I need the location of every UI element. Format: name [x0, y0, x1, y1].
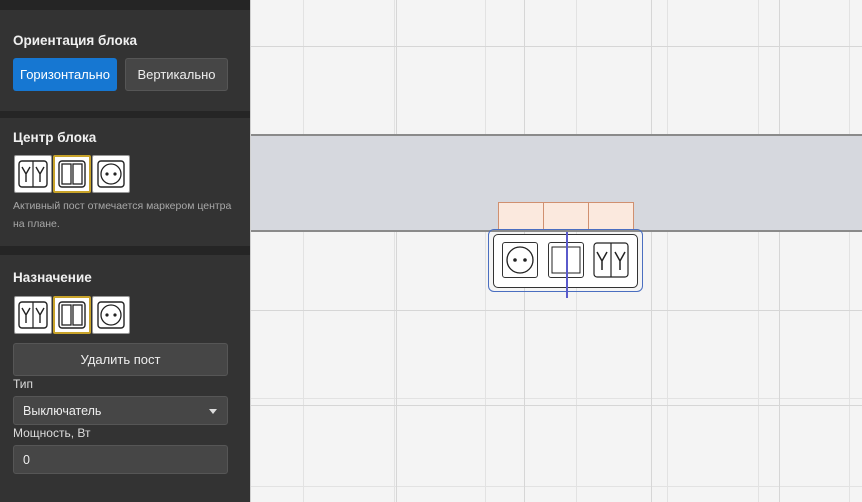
plan-canvas[interactable]: [250, 0, 862, 502]
delete-post-button[interactable]: Удалить пост: [13, 343, 228, 376]
center-hint: Активный пост отмечается маркером центра…: [13, 200, 232, 230]
sidebar: Ориентация блока Горизонтально Вертикаль…: [0, 0, 250, 502]
grid-line: [251, 46, 862, 47]
type-label: Тип: [13, 377, 34, 391]
grid-line: [251, 405, 862, 406]
type-select-value: Выключатель: [23, 403, 102, 418]
socket-icon: [506, 246, 534, 274]
power-input[interactable]: 0: [13, 445, 228, 474]
blank-frame-icon: [58, 160, 86, 188]
grid-line: [251, 310, 862, 311]
app-root: Ориентация блока Горизонтально Вертикаль…: [0, 0, 862, 502]
purpose-title: Назначение: [13, 270, 92, 285]
blank-frame-icon: [58, 301, 86, 329]
double-switch-icon: [18, 160, 48, 188]
purpose-option-blank-frame[interactable]: [53, 296, 91, 334]
socket-icon: [97, 301, 125, 329]
center-option-double-switch[interactable]: [14, 155, 52, 193]
block-post-socket[interactable]: [502, 242, 538, 278]
grid-line: [396, 0, 397, 502]
center-marker: [566, 232, 568, 298]
center-option-blank-frame[interactable]: [53, 155, 91, 193]
socket-icon: [97, 160, 125, 188]
double-switch-icon: [18, 301, 48, 329]
post-marker[interactable]: [543, 202, 589, 230]
power-input-value: 0: [23, 452, 30, 467]
horizontal-button[interactable]: Горизонтально: [13, 58, 117, 91]
post-marker[interactable]: [588, 202, 634, 230]
grid-line: [779, 0, 780, 502]
orientation-title: Ориентация блока: [13, 33, 137, 48]
block-post-double-switch[interactable]: [593, 242, 629, 278]
chevron-down-icon: [209, 409, 217, 414]
center-title: Центр блока: [13, 130, 97, 145]
center-option-socket[interactable]: [92, 155, 130, 193]
type-select[interactable]: Выключатель: [13, 396, 228, 425]
double-switch-icon: [593, 242, 629, 278]
vertical-button[interactable]: Вертикально: [125, 58, 228, 91]
power-label: Мощность, Вт: [13, 426, 91, 440]
purpose-option-double-switch[interactable]: [14, 296, 52, 334]
purpose-option-socket[interactable]: [92, 296, 130, 334]
grid-line: [651, 0, 652, 502]
post-marker[interactable]: [498, 202, 544, 230]
